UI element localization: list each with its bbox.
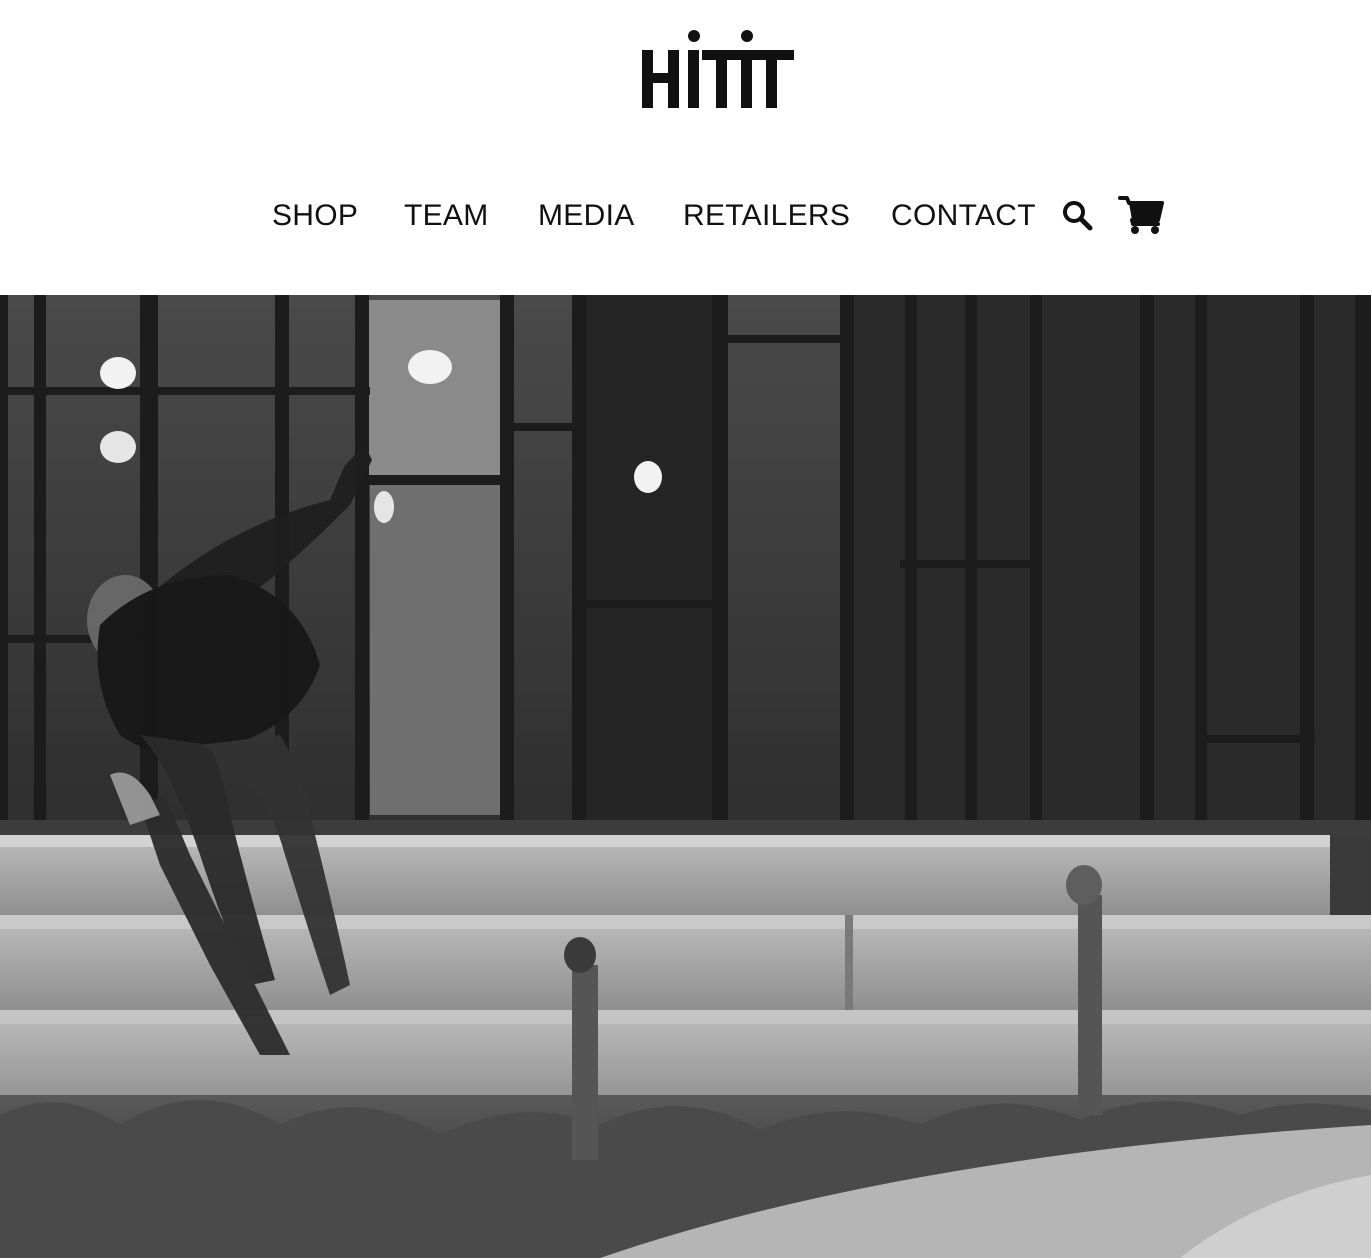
- brand-logo[interactable]: [638, 28, 798, 112]
- hero-skateboarder-image: [0, 295, 1371, 1258]
- main-nav: SHOP TEAM MEDIA RETAILERS CONTACT: [0, 190, 1371, 246]
- cart-button[interactable]: [1118, 194, 1166, 236]
- brand-wordmark-icon: [642, 30, 794, 108]
- nav-item-retailers[interactable]: RETAILERS: [683, 198, 850, 234]
- nav-item-team[interactable]: TEAM: [404, 198, 489, 234]
- search-icon: [1063, 201, 1093, 231]
- nav-item-media[interactable]: MEDIA: [538, 198, 635, 234]
- hero-photo: [0, 295, 1371, 1258]
- search-button[interactable]: [1060, 198, 1094, 232]
- site-header: SHOP TEAM MEDIA RETAILERS CONTACT: [0, 0, 1371, 295]
- nav-item-contact[interactable]: CONTACT: [891, 198, 1036, 234]
- nav-item-shop[interactable]: SHOP: [272, 198, 358, 234]
- cart-icon: [1118, 196, 1164, 234]
- page: SHOP TEAM MEDIA RETAILERS CONTACT: [0, 0, 1371, 1258]
